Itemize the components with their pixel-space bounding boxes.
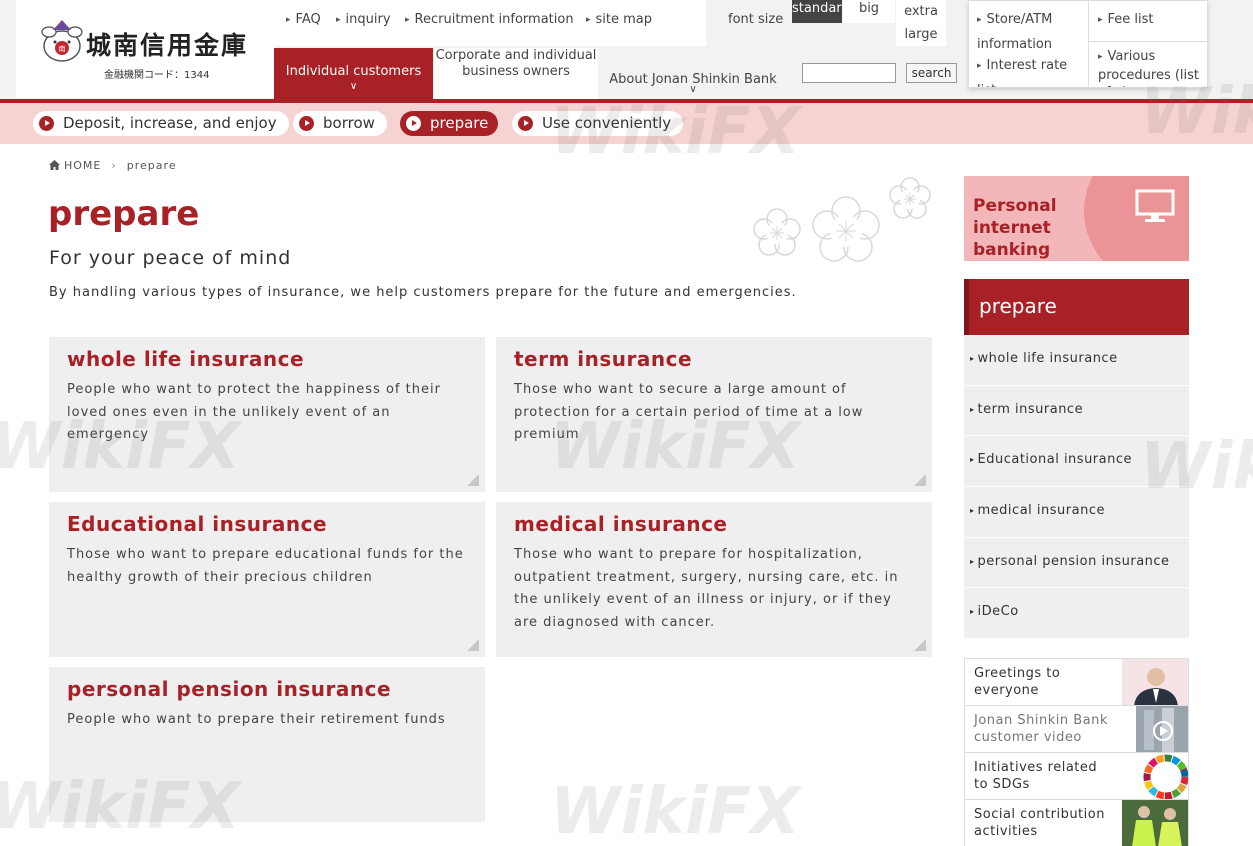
arrow-right-icon	[518, 116, 533, 131]
sidebar-item-pension[interactable]: personal pension insurance	[964, 537, 1189, 589]
sidebar-section-title: prepare	[964, 279, 1189, 335]
quick-links-panel: Store/ATM information Interest rate list…	[968, 0, 1208, 88]
corner-arrow-icon	[467, 639, 479, 651]
card-title: whole life insurance	[67, 347, 305, 371]
chevron-down-icon: ∨	[349, 81, 358, 92]
volunteers-photo-icon	[1122, 800, 1188, 846]
banner-sdgs[interactable]: Initiatives related to SDGs	[964, 752, 1189, 799]
divider	[1088, 1, 1089, 87]
font-size-switcher: font size standard big extra large	[707, 0, 947, 46]
subnav-deposit-label: Deposit, increase, and enjoy	[63, 114, 277, 132]
subnav-prepare-label: prepare	[430, 114, 489, 132]
search-input[interactable]	[802, 63, 896, 83]
card-title: personal pension insurance	[67, 677, 392, 701]
sdgs-wheel-icon	[1143, 754, 1188, 799]
store-atm-link[interactable]: Store/ATM information	[977, 8, 1082, 56]
subnav-prepare[interactable]: prepare	[400, 111, 499, 136]
nav-corporate-label: Corporate and individual business owners	[435, 48, 597, 79]
banner-greetings[interactable]: Greetings to everyone	[964, 658, 1189, 705]
card-title: Educational insurance	[67, 512, 328, 536]
arrow-right-icon	[299, 116, 314, 131]
sidebar-item-whole-life[interactable]: whole life insurance	[964, 335, 1189, 386]
president-photo-icon	[1122, 659, 1188, 705]
faq-link[interactable]: FAQ	[286, 12, 321, 27]
sidebar-list: whole life insurance term insurance Educ…	[964, 335, 1189, 640]
monitor-icon	[1135, 189, 1175, 222]
card-title: medical insurance	[514, 512, 728, 536]
institution-code: 金融機関コード：1344	[104, 70, 210, 81]
watermark: WikiFX	[550, 775, 801, 846]
breadcrumb-current: prepare	[126, 159, 177, 172]
procedures-link[interactable]: Various procedures (list of...)	[1098, 48, 1207, 87]
banner-customer-video[interactable]: Jonan Shinkin Bank customer video	[964, 705, 1189, 752]
search-button[interactable]: search	[906, 63, 957, 83]
logo[interactable]: 南 城南信用金庫 金融機関コード：1344	[16, 0, 274, 98]
search-area: search	[788, 48, 967, 100]
subnav-deposit[interactable]: Deposit, increase, and enjoy	[33, 111, 289, 136]
card-term-insurance[interactable]: term insurance Those who want to secure …	[496, 337, 932, 492]
font-size-label: font size	[728, 12, 784, 27]
banner-social-contribution[interactable]: Social contribution activities	[964, 799, 1189, 846]
logo-mascot-icon: 南	[41, 20, 83, 62]
font-size-big-button[interactable]: big	[843, 0, 895, 23]
page-subtitle: For your peace of mind	[49, 247, 292, 269]
arrow-right-icon	[39, 116, 54, 131]
sitemap-link[interactable]: site map	[586, 12, 653, 27]
card-whole-life-insurance[interactable]: whole life insurance People who want to …	[49, 337, 485, 492]
corner-arrow-icon	[467, 474, 479, 486]
sidebar-item-educational[interactable]: Educational insurance	[964, 436, 1189, 488]
card-text: People who want to prepare their retirem…	[67, 712, 446, 727]
svg-text:南: 南	[59, 44, 66, 53]
card-educational-insurance[interactable]: Educational insurance Those who want to …	[49, 502, 485, 657]
nav-individual-label: Individual customers	[285, 64, 422, 79]
card-title: term insurance	[514, 347, 693, 371]
chevron-right-icon: ›	[111, 159, 117, 172]
card-text: Those who want to prepare for hospitaliz…	[514, 547, 899, 630]
internet-banking-label: Personal internet banking	[973, 196, 1057, 260]
page-title: prepare	[48, 194, 200, 234]
utility-nav: FAQ inquiry Recruitment information site…	[274, 0, 706, 46]
inquiry-link[interactable]: inquiry	[336, 12, 391, 27]
nav-about[interactable]: About Jonan Shinkin Bank ∨	[599, 48, 787, 100]
page-description: By handling various types of insurance, …	[49, 285, 797, 300]
recruitment-link[interactable]: Recruitment information	[405, 12, 574, 27]
font-size-extra-large-button[interactable]: extra large	[896, 0, 946, 46]
corner-arrow-icon	[914, 639, 926, 651]
sidebar-item-ideco[interactable]: iDeCo	[964, 588, 1189, 640]
banner-label: Initiatives related to SDGs	[974, 760, 1098, 792]
plum-blossom-decoration-icon	[753, 177, 931, 262]
fee-list-link[interactable]: Fee list	[1098, 8, 1203, 33]
breadcrumb: HOME › prepare	[49, 159, 177, 172]
card-text: People who want to protect the happiness…	[67, 382, 441, 442]
nav-corporate[interactable]: Corporate and individual business owners	[434, 48, 598, 100]
card-text: Those who want to prepare educational fu…	[67, 547, 464, 585]
font-size-extra-large-label: extra large	[904, 4, 938, 42]
sidebar-item-term[interactable]: term insurance	[964, 385, 1189, 437]
subnav-borrow[interactable]: borrow	[293, 111, 387, 136]
breadcrumb-home[interactable]: HOME	[64, 159, 101, 172]
interest-rate-link[interactable]: Interest rate list	[977, 54, 1082, 87]
font-size-standard-button[interactable]: standard	[792, 0, 850, 23]
banner-label: Social contribution activities	[974, 807, 1105, 839]
nav-individual-customers[interactable]: Individual customers ∨	[274, 48, 433, 100]
category-subnav: Deposit, increase, and enjoy borrow prep…	[0, 103, 1253, 144]
internet-banking-banner[interactable]: Personal internet banking	[964, 176, 1189, 261]
subnav-use-conveniently[interactable]: Use conveniently	[512, 111, 684, 136]
arrow-right-icon	[406, 116, 421, 131]
banner-label: Greetings to everyone	[974, 666, 1061, 698]
corner-arrow-icon	[914, 474, 926, 486]
card-medical-insurance[interactable]: medical insurance Those who want to prep…	[496, 502, 932, 657]
card-text: Those who want to secure a large amount …	[514, 382, 864, 442]
banner-label: Jonan Shinkin Bank customer video	[974, 713, 1108, 745]
subnav-borrow-label: borrow	[323, 114, 375, 132]
home-icon	[49, 160, 60, 170]
sidebar-item-medical[interactable]: medical insurance	[964, 487, 1189, 538]
site-header: 南 城南信用金庫 金融機関コード：1344 FAQ inquiry Recrui…	[0, 0, 1253, 100]
logo-name: 城南信用金庫	[86, 31, 249, 60]
divider	[1088, 41, 1207, 42]
video-play-icon	[1136, 706, 1188, 752]
card-personal-pension-insurance[interactable]: personal pension insurance People who wa…	[49, 667, 485, 822]
subnav-use-label: Use conveniently	[542, 114, 672, 132]
